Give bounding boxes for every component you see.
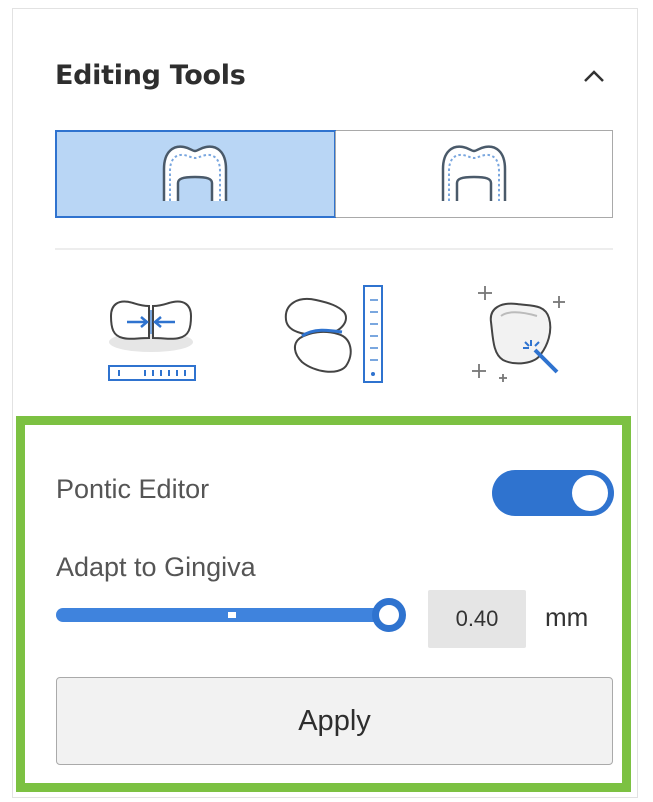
apply-button[interactable]: Apply xyxy=(56,677,613,765)
pontic-editor-toggle[interactable] xyxy=(492,470,614,516)
occlusion-measure-tool[interactable] xyxy=(280,282,390,390)
view-mode-solid[interactable] xyxy=(55,130,336,218)
view-mode-outline[interactable] xyxy=(334,131,613,217)
collapse-button[interactable] xyxy=(578,60,610,92)
pontic-editor-label: Pontic Editor xyxy=(56,474,210,504)
tooth-crown-outline-icon xyxy=(441,145,506,201)
adapt-to-gingiva-label: Adapt to Gingiva xyxy=(56,552,256,582)
chevron-up-icon xyxy=(584,70,604,82)
occlusion-measure-icon xyxy=(284,285,383,383)
adapt-value-input[interactable]: 0.40 xyxy=(428,590,526,648)
adapt-value-unit: mm xyxy=(545,602,589,632)
view-mode-toggle xyxy=(55,130,613,218)
contact-adjust-icon xyxy=(108,300,196,381)
slider-tick xyxy=(228,612,236,618)
slider-track xyxy=(56,608,386,622)
panel-title: Editing Tools xyxy=(55,60,246,91)
smart-shape-icon xyxy=(472,286,565,382)
slider-thumb[interactable] xyxy=(372,598,406,632)
tool-row xyxy=(55,282,613,392)
contact-adjust-tool[interactable] xyxy=(105,282,197,390)
toggle-knob xyxy=(572,475,608,511)
adapt-to-gingiva-slider[interactable] xyxy=(56,598,408,632)
smart-shape-tool[interactable] xyxy=(465,282,569,390)
tooth-crown-solid-icon xyxy=(163,145,228,201)
divider xyxy=(55,248,613,250)
